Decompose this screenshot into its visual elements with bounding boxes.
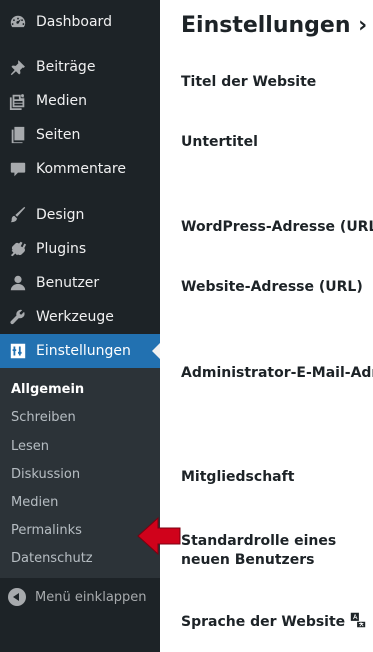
sidebar-item-label: Kommentare: [36, 161, 126, 177]
sidebar-item-label: Einstellungen: [36, 343, 131, 359]
sidebar-item-plugins[interactable]: Plugins: [0, 232, 160, 266]
submenu-item-allgemein[interactable]: Allgemein: [11, 382, 84, 397]
sidebar-item-tools[interactable]: Werkzeuge: [0, 300, 160, 334]
red-pointer-arrow-icon: [137, 516, 181, 556]
sidebar-item-label: Beiträge: [36, 59, 96, 75]
submenu-item-lesen[interactable]: Lesen: [11, 439, 49, 454]
field-label-membership: Mitgliedschaft: [181, 469, 295, 485]
sidebar-item-label: Design: [36, 207, 85, 223]
collapse-menu-label: Menü einklappen: [35, 589, 147, 605]
field-label-wordpress-url: WordPress-Adresse (URL): [181, 219, 373, 235]
sidebar-item-label: Benutzer: [36, 275, 100, 291]
comment-icon: [8, 159, 28, 179]
sidebar-item-comments[interactable]: Kommentare: [0, 152, 160, 186]
field-label-site-language: Sprache der Website: [181, 611, 367, 633]
sidebar-item-label: Medien: [36, 93, 87, 109]
media-icon: [8, 91, 28, 111]
site-language-label: Sprache der Website: [181, 614, 346, 630]
sidebar-item-label: Seiten: [36, 127, 81, 143]
submenu-item-diskussion[interactable]: Diskussion: [11, 467, 80, 482]
collapse-menu-button[interactable]: Menü einklappen: [0, 584, 160, 610]
submenu-item-schreiben[interactable]: Schreiben: [11, 410, 76, 425]
pages-icon: [8, 125, 28, 145]
plugin-icon: [8, 239, 28, 259]
user-icon: [8, 273, 28, 293]
wrench-icon: [8, 307, 28, 327]
pin-icon: [8, 57, 28, 77]
sidebar-item-label: Werkzeuge: [36, 309, 114, 325]
collapse-arrow-icon: [8, 588, 26, 606]
sidebar-item-dashboard[interactable]: Dashboard: [0, 5, 160, 39]
dashboard-icon: [8, 12, 28, 32]
submenu-item-medien[interactable]: Medien: [11, 495, 58, 510]
field-label-site-title: Titel der Website: [181, 74, 317, 90]
sidebar-item-label: Plugins: [36, 241, 87, 257]
submenu-item-permalinks[interactable]: Permalinks: [11, 523, 82, 538]
sidebar-item-posts[interactable]: Beiträge: [0, 50, 160, 84]
sidebar-item-users[interactable]: Benutzer: [0, 266, 160, 300]
field-label-site-url: Website-Adresse (URL): [181, 279, 363, 295]
translation-icon: [349, 611, 367, 633]
sidebar-item-pages[interactable]: Seiten: [0, 118, 160, 152]
settings-icon: [8, 341, 28, 361]
page-title: Einstellungen › Allg: [181, 13, 373, 38]
sidebar-item-media[interactable]: Medien: [0, 84, 160, 118]
field-label-admin-email: Administrator-E-Mail-Adresse: [181, 365, 373, 381]
settings-main: Einstellungen › Allg Titel der Website U…: [160, 0, 373, 652]
submenu-item-datenschutz[interactable]: Datenschutz: [11, 551, 93, 566]
field-label-tagline: Untertitel: [181, 134, 258, 150]
field-label-default-role: Standardrolle eines neuen Benutzers: [181, 533, 337, 568]
sidebar-item-design[interactable]: Design: [0, 198, 160, 232]
sidebar-item-settings[interactable]: Einstellungen: [0, 334, 160, 368]
sidebar-item-label: Dashboard: [36, 14, 112, 30]
brush-icon: [8, 205, 28, 225]
